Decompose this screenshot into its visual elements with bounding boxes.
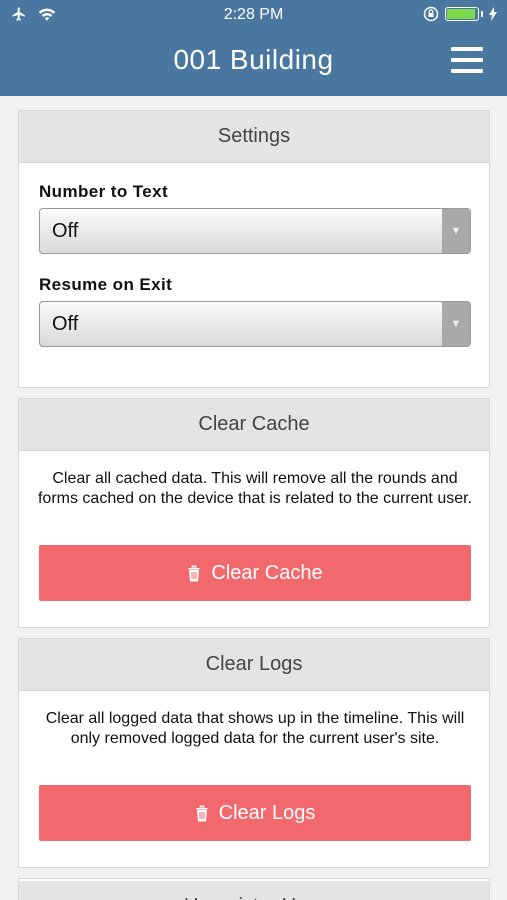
trash-icon <box>188 565 201 582</box>
unregister-heading: Unregister User <box>19 881 489 900</box>
page-title: 001 Building <box>173 44 334 75</box>
chevron-down-icon: ▼ <box>442 302 470 346</box>
chevron-down-icon: ▼ <box>442 209 470 253</box>
clear-cache-button[interactable]: Clear Cache <box>39 545 471 601</box>
resume-on-exit-select[interactable]: Off ▼ <box>39 301 471 347</box>
clear-cache-button-label: Clear Cache <box>211 561 323 584</box>
app-header: 2:28 PM 001 Building <box>0 0 507 96</box>
hamburger-menu-icon[interactable] <box>451 47 483 73</box>
battery-icon <box>445 7 479 21</box>
rotation-lock-icon <box>423 6 439 22</box>
settings-heading: Settings <box>19 111 489 163</box>
number-to-text-value: Off <box>52 220 79 242</box>
settings-card: Settings Number to Text Off ▼ Resume on … <box>18 110 490 388</box>
clear-logs-description: Clear all logged data that shows up in t… <box>45 710 465 747</box>
charging-bolt-icon <box>489 7 497 21</box>
number-to-text-select[interactable]: Off ▼ <box>39 208 471 254</box>
clear-logs-button-label: Clear Logs <box>218 801 316 824</box>
resume-on-exit-label: Resume on Exit <box>39 275 173 294</box>
unregister-card: Unregister User <box>18 878 490 900</box>
clear-logs-heading: Clear Logs <box>19 639 489 691</box>
clear-logs-button[interactable]: Clear Logs <box>39 785 471 841</box>
status-bar: 2:28 PM <box>0 0 507 30</box>
clear-cache-description: Clear all cached data. This will remove … <box>37 470 472 507</box>
clear-logs-card: Clear Logs Clear all logged data that sh… <box>18 638 490 868</box>
number-to-text-label: Number to Text <box>39 182 169 201</box>
trash-icon <box>195 805 208 822</box>
resume-on-exit-value: Off <box>52 313 79 335</box>
clear-cache-heading: Clear Cache <box>19 399 489 451</box>
clear-cache-card: Clear Cache Clear all cached data. This … <box>18 398 490 628</box>
